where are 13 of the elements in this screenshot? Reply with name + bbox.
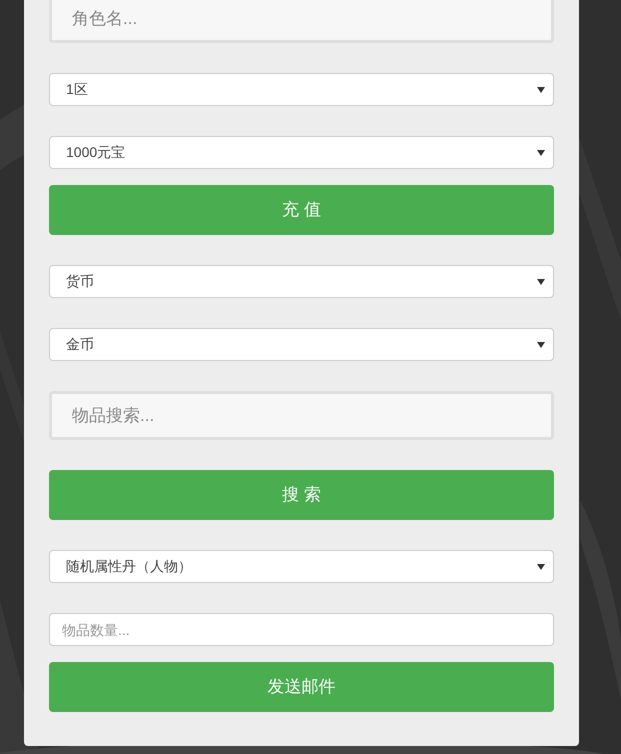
dropdown[interactable]: 随机属性丹（人物） xyxy=(49,550,554,583)
caret-icon xyxy=(537,150,545,156)
text-field[interactable]: 物品搜索... xyxy=(49,391,554,440)
caret-icon xyxy=(537,86,545,92)
dropdown[interactable]: 货币 xyxy=(49,265,554,298)
caret-icon xyxy=(537,278,545,284)
text-field[interactable]: 物品数量... xyxy=(49,613,554,646)
caret-icon xyxy=(537,564,545,570)
caret-icon xyxy=(537,342,545,348)
text-field[interactable]: 角色名... xyxy=(49,0,554,43)
dropdown[interactable]: 1区 xyxy=(49,73,554,106)
dropdown[interactable]: 金币 xyxy=(49,328,554,361)
dropdown[interactable]: 1000元宝 xyxy=(49,136,554,169)
